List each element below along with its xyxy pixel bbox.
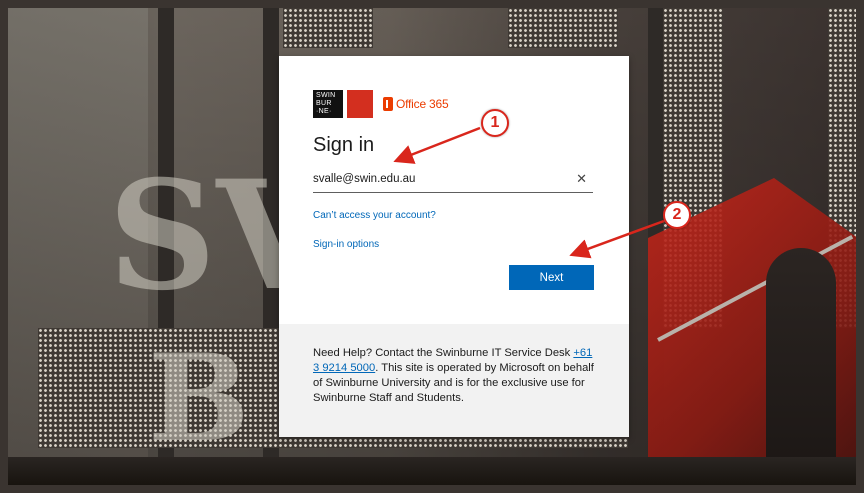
close-icon[interactable]: ✕ bbox=[576, 171, 593, 187]
logo-bar: SWIN BUR ·NE· Office 365 bbox=[313, 90, 449, 118]
background-perforated-panel bbox=[508, 8, 618, 48]
cant-access-account-link[interactable]: Can’t access your account? bbox=[313, 210, 436, 221]
help-footer: Need Help? Contact the Swinburne IT Serv… bbox=[279, 324, 629, 437]
email-field-value[interactable]: svalle@swin.edu.au bbox=[313, 173, 415, 185]
swinburne-logo: SWIN BUR ·NE· bbox=[313, 90, 343, 118]
background-perforated-panel bbox=[283, 8, 373, 48]
background-letters: B bbox=[148, 328, 250, 469]
next-button[interactable]: Next bbox=[509, 265, 594, 290]
swinburne-logo-red-block bbox=[347, 90, 373, 118]
background-ground bbox=[8, 457, 856, 485]
annotation-badge-2: 2 bbox=[663, 201, 691, 229]
screen: SV B SWIN BUR ·NE· Office 365 Sign in sv… bbox=[0, 0, 864, 493]
swinburne-logo-line: BUR bbox=[316, 100, 332, 107]
signin-card-top: SWIN BUR ·NE· Office 365 Sign in svalle@… bbox=[279, 56, 629, 324]
office-icon bbox=[383, 97, 393, 111]
help-text-intro: Need Help? Contact the Swinburne IT Serv… bbox=[313, 347, 574, 359]
help-text: Need Help? Contact the Swinburne IT Serv… bbox=[313, 346, 595, 406]
swinburne-logo-line: SWIN bbox=[316, 92, 336, 99]
swinburne-logo-line: ·NE· bbox=[316, 108, 332, 115]
background-person bbox=[766, 248, 836, 485]
annotation-badge-1: 1 bbox=[481, 109, 509, 137]
email-field[interactable]: svalle@swin.edu.au ✕ bbox=[313, 166, 593, 193]
office365-text: Office 365 bbox=[396, 97, 449, 111]
office365-logo: Office 365 bbox=[383, 97, 449, 111]
signin-card: SWIN BUR ·NE· Office 365 Sign in svalle@… bbox=[279, 56, 629, 437]
signin-options-link[interactable]: Sign-in options bbox=[313, 239, 379, 250]
page-title: Sign in bbox=[313, 134, 375, 156]
